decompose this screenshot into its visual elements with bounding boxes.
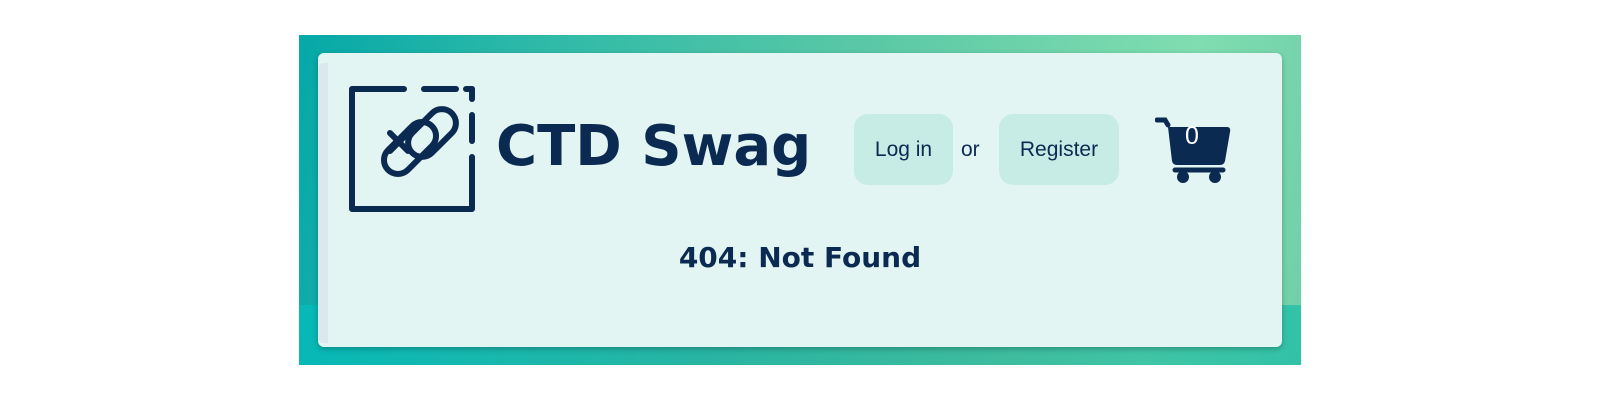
card-edge: [318, 63, 328, 343]
header-card: CTD Swag Log in or Register 0 404: Not F…: [318, 53, 1282, 347]
register-button[interactable]: Register: [999, 114, 1119, 185]
cart-count-badge: 0: [1185, 122, 1199, 150]
broken-link-icon: [349, 86, 475, 212]
error-message: 404: Not Found: [678, 241, 922, 274]
login-button[interactable]: Log in: [854, 114, 953, 185]
site-title[interactable]: CTD Swag: [496, 115, 811, 179]
site-logo[interactable]: [348, 85, 476, 213]
or-separator: or: [961, 138, 980, 161]
